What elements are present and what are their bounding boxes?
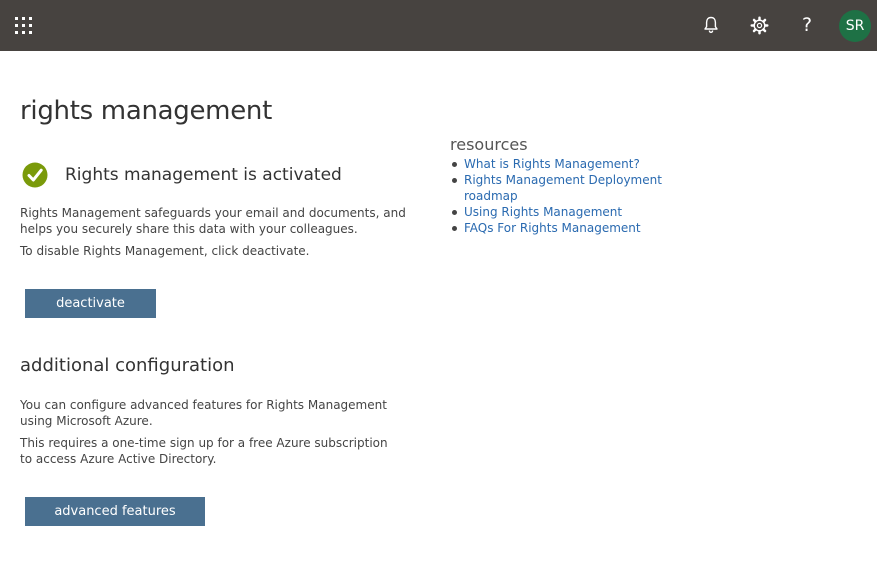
list-item: Using Rights Management — [450, 204, 670, 220]
help-button[interactable]: ? — [795, 13, 819, 37]
list-item: Rights Management Deployment roadmap — [450, 172, 670, 204]
deactivate-button[interactable]: deactivate — [25, 289, 156, 318]
additional-configuration-title: additional configuration — [20, 355, 235, 376]
waffle-icon[interactable] — [15, 17, 33, 35]
azure-description-text: You can configure advanced features for … — [20, 398, 387, 428]
status-row: Rights management is activated — [22, 162, 342, 188]
list-item: What is Rights Management? — [450, 156, 670, 172]
gear-icon — [749, 15, 769, 35]
question-mark-icon: ? — [801, 13, 813, 36]
page-title: rights management — [20, 96, 272, 126]
resource-link-deployment-roadmap[interactable]: Rights Management Deployment roadmap — [464, 173, 662, 203]
description-text: Rights Management safeguards your email … — [20, 206, 406, 236]
check-circle-icon — [22, 162, 48, 188]
resource-link-what-is[interactable]: What is Rights Management? — [464, 157, 640, 171]
status-text: Rights management is activated — [65, 165, 342, 185]
resources-list: What is Rights Management? Rights Manage… — [450, 156, 670, 236]
settings-button[interactable] — [747, 13, 771, 37]
resources-title: resources — [450, 135, 528, 154]
resource-link-faqs[interactable]: FAQs For Rights Management — [464, 221, 641, 235]
azure-requirement-text: This requires a one-time sign up for a f… — [20, 436, 388, 466]
notifications-button[interactable] — [699, 13, 723, 37]
avatar[interactable]: SR — [839, 10, 871, 42]
bell-icon — [704, 16, 718, 34]
advanced-features-button[interactable]: advanced features — [25, 497, 205, 526]
list-item: FAQs For Rights Management — [450, 220, 670, 236]
top-bar: ? SR — [0, 0, 877, 51]
disable-instruction-text: To disable Rights Management, click deac… — [20, 244, 310, 258]
resource-link-using[interactable]: Using Rights Management — [464, 205, 622, 219]
